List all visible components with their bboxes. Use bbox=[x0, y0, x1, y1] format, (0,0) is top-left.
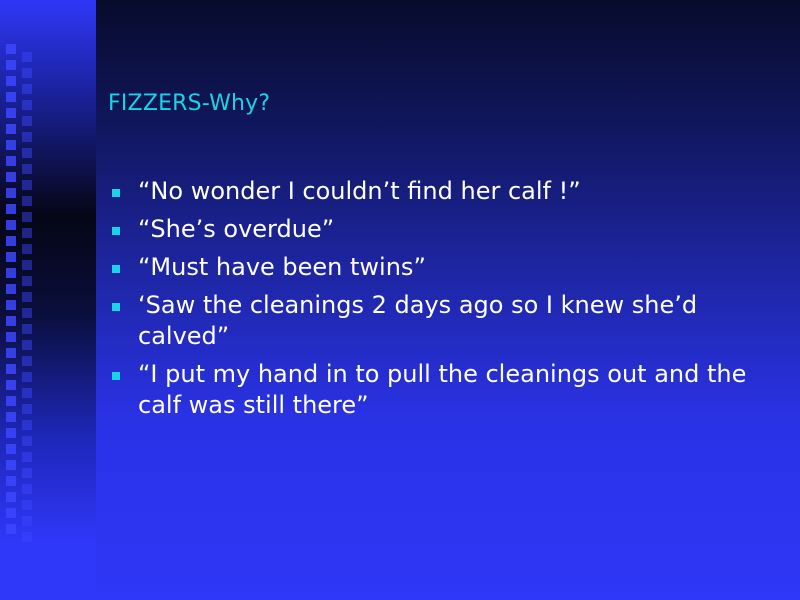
square-pattern-cell bbox=[6, 316, 16, 326]
square-pattern-cell bbox=[22, 276, 32, 286]
square-pattern-cell bbox=[22, 340, 32, 350]
square-pattern-cell bbox=[6, 492, 16, 502]
square-pattern-cell bbox=[6, 300, 16, 310]
square-pattern-cell bbox=[6, 252, 16, 262]
square-pattern-cell bbox=[6, 124, 16, 134]
square-pattern-cell bbox=[6, 220, 16, 230]
square-pattern-cell bbox=[22, 308, 32, 318]
square-pattern-cell bbox=[6, 348, 16, 358]
square-pattern-cell bbox=[22, 452, 32, 462]
bullet-item: “I put my hand in to pull the cleanings … bbox=[108, 359, 788, 421]
square-pattern-cell bbox=[6, 108, 16, 118]
square-pattern-cell bbox=[6, 460, 16, 470]
square-pattern-cell bbox=[22, 468, 32, 478]
square-pattern-cell bbox=[6, 268, 16, 278]
square-pattern-cell bbox=[22, 84, 32, 94]
square-pattern-cell bbox=[22, 260, 32, 270]
square-pattern-cell bbox=[22, 244, 32, 254]
square-pattern-cell bbox=[22, 532, 32, 542]
square-pattern-cell bbox=[6, 428, 16, 438]
square-pattern-decoration bbox=[0, 0, 32, 600]
square-pattern-cell bbox=[22, 484, 32, 494]
square-pattern-cell bbox=[22, 164, 32, 174]
square-pattern-cell bbox=[6, 364, 16, 374]
square-pattern-cell bbox=[22, 148, 32, 158]
square-bullet-icon bbox=[112, 372, 120, 380]
sidebar-decoration bbox=[0, 0, 96, 600]
square-pattern-cell bbox=[6, 156, 16, 166]
square-pattern-cell bbox=[22, 436, 32, 446]
square-pattern-cell bbox=[22, 388, 32, 398]
square-pattern-cell bbox=[6, 76, 16, 86]
bullet-item: “Must have been twins” bbox=[108, 252, 788, 283]
square-pattern-cell bbox=[22, 180, 32, 190]
square-pattern-cell bbox=[22, 100, 32, 110]
square-pattern-cell bbox=[6, 380, 16, 390]
square-pattern-cell bbox=[22, 420, 32, 430]
square-pattern-cell bbox=[22, 324, 32, 334]
slide-title: FIZZERS-Why? bbox=[108, 91, 271, 116]
square-pattern-cell bbox=[6, 508, 16, 518]
bullet-text: ‘Saw the cleanings 2 days ago so I knew … bbox=[138, 291, 698, 350]
square-pattern-cell bbox=[22, 516, 32, 526]
bullet-list: “No wonder I couldn’t find her calf !” “… bbox=[108, 176, 788, 428]
square-pattern-cell bbox=[6, 236, 16, 246]
square-pattern-cell bbox=[22, 132, 32, 142]
square-pattern-cell bbox=[22, 356, 32, 366]
bullet-item: “No wonder I couldn’t find her calf !” bbox=[108, 176, 788, 207]
square-pattern-cell bbox=[6, 60, 16, 70]
square-pattern-cell bbox=[22, 52, 32, 62]
square-pattern-cell bbox=[6, 476, 16, 486]
square-bullet-icon bbox=[112, 189, 120, 197]
square-pattern-cell bbox=[22, 212, 32, 222]
bullet-text: “No wonder I couldn’t find her calf !” bbox=[138, 177, 581, 205]
square-bullet-icon bbox=[112, 303, 120, 311]
square-pattern-cell bbox=[22, 116, 32, 126]
square-pattern-cell bbox=[6, 188, 16, 198]
bullet-text: “She’s overdue” bbox=[138, 215, 335, 243]
slide: FIZZERS-Why? “No wonder I couldn’t find … bbox=[0, 0, 800, 600]
bullet-item: “She’s overdue” bbox=[108, 214, 788, 245]
square-pattern-cell bbox=[22, 228, 32, 238]
square-pattern-cell bbox=[6, 444, 16, 454]
square-pattern-cell bbox=[22, 500, 32, 510]
square-pattern-cell bbox=[6, 44, 16, 54]
square-pattern-cell bbox=[22, 292, 32, 302]
square-pattern-cell bbox=[22, 68, 32, 78]
square-pattern-cell bbox=[22, 196, 32, 206]
square-pattern-cell bbox=[6, 396, 16, 406]
square-bullet-icon bbox=[112, 265, 120, 273]
square-pattern-cell bbox=[6, 92, 16, 102]
bullet-item: ‘Saw the cleanings 2 days ago so I knew … bbox=[108, 290, 788, 352]
square-pattern-cell bbox=[6, 140, 16, 150]
square-pattern-cell bbox=[6, 412, 16, 422]
bullet-text: “Must have been twins” bbox=[138, 253, 426, 281]
square-pattern-cell bbox=[6, 204, 16, 214]
square-pattern-cell bbox=[6, 524, 16, 534]
square-pattern-cell bbox=[6, 284, 16, 294]
square-pattern-cell bbox=[6, 332, 16, 342]
square-bullet-icon bbox=[112, 227, 120, 235]
square-pattern-cell bbox=[22, 372, 32, 382]
bullet-text: “I put my hand in to pull the cleanings … bbox=[138, 360, 747, 419]
square-pattern-cell bbox=[6, 172, 16, 182]
square-pattern-cell bbox=[22, 404, 32, 414]
